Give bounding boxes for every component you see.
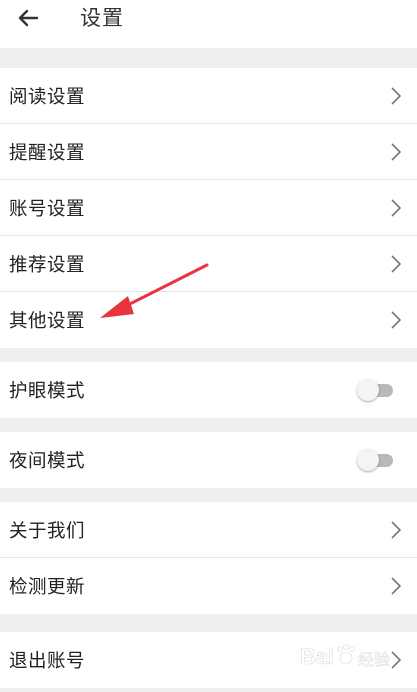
settings-item-label: 其他设置 — [9, 311, 86, 332]
settings-item-label: 提醒设置 — [9, 142, 86, 164]
chevron-right-icon — [391, 311, 402, 329]
settings-item-label: 账号设置 — [9, 198, 86, 220]
chevron-right-icon — [391, 142, 402, 161]
settings-item-logout[interactable]: 退出账号 — [0, 632, 417, 688]
chevron-right-icon — [391, 651, 402, 669]
settings-group-eye-care: 护眼模式 — [0, 362, 417, 418]
eye-care-toggle[interactable] — [357, 379, 395, 401]
settings-group-logout: 退出账号 — [0, 632, 417, 688]
settings-item-label: 阅读设置 — [9, 86, 86, 108]
settings-group-about: 关于我们 检测更新 — [0, 502, 417, 614]
settings-item-check-update[interactable]: 检测更新 — [0, 558, 417, 614]
app-header: 设置 — [0, 0, 417, 48]
settings-item-other[interactable]: 其他设置 — [0, 292, 417, 348]
settings-item-reminder[interactable]: 提醒设置 — [0, 124, 417, 180]
settings-item-about-us[interactable]: 关于我们 — [0, 502, 417, 558]
chevron-right-icon — [391, 254, 402, 273]
toggle-knob — [357, 449, 379, 471]
page-title: 设置 — [80, 6, 124, 30]
settings-item-account[interactable]: 账号设置 — [0, 180, 417, 236]
settings-item-recommend[interactable]: 推荐设置 — [0, 236, 417, 292]
chevron-right-icon — [391, 577, 402, 595]
settings-item-night-mode: 夜间模式 — [0, 432, 417, 488]
chevron-right-icon — [391, 198, 402, 217]
settings-item-label: 推荐设置 — [9, 254, 86, 276]
settings-item-label: 退出账号 — [9, 651, 86, 672]
settings-group-main: 阅读设置 提醒设置 账号设置 推荐设置 其他设置 — [0, 68, 417, 348]
settings-item-label: 检测更新 — [9, 577, 86, 598]
chevron-right-icon — [391, 520, 402, 539]
settings-item-reading[interactable]: 阅读设置 — [0, 68, 417, 124]
settings-item-eye-care: 护眼模式 — [0, 362, 417, 418]
settings-group-night: 夜间模式 — [0, 432, 417, 488]
back-button[interactable] — [14, 4, 42, 32]
chevron-right-icon — [391, 86, 402, 105]
arrow-left-icon — [18, 9, 39, 27]
settings-item-label: 护眼模式 — [9, 381, 86, 402]
toggle-knob — [357, 379, 379, 401]
settings-item-label: 关于我们 — [9, 520, 86, 542]
night-mode-toggle[interactable] — [357, 449, 395, 471]
settings-item-label: 夜间模式 — [9, 451, 86, 472]
